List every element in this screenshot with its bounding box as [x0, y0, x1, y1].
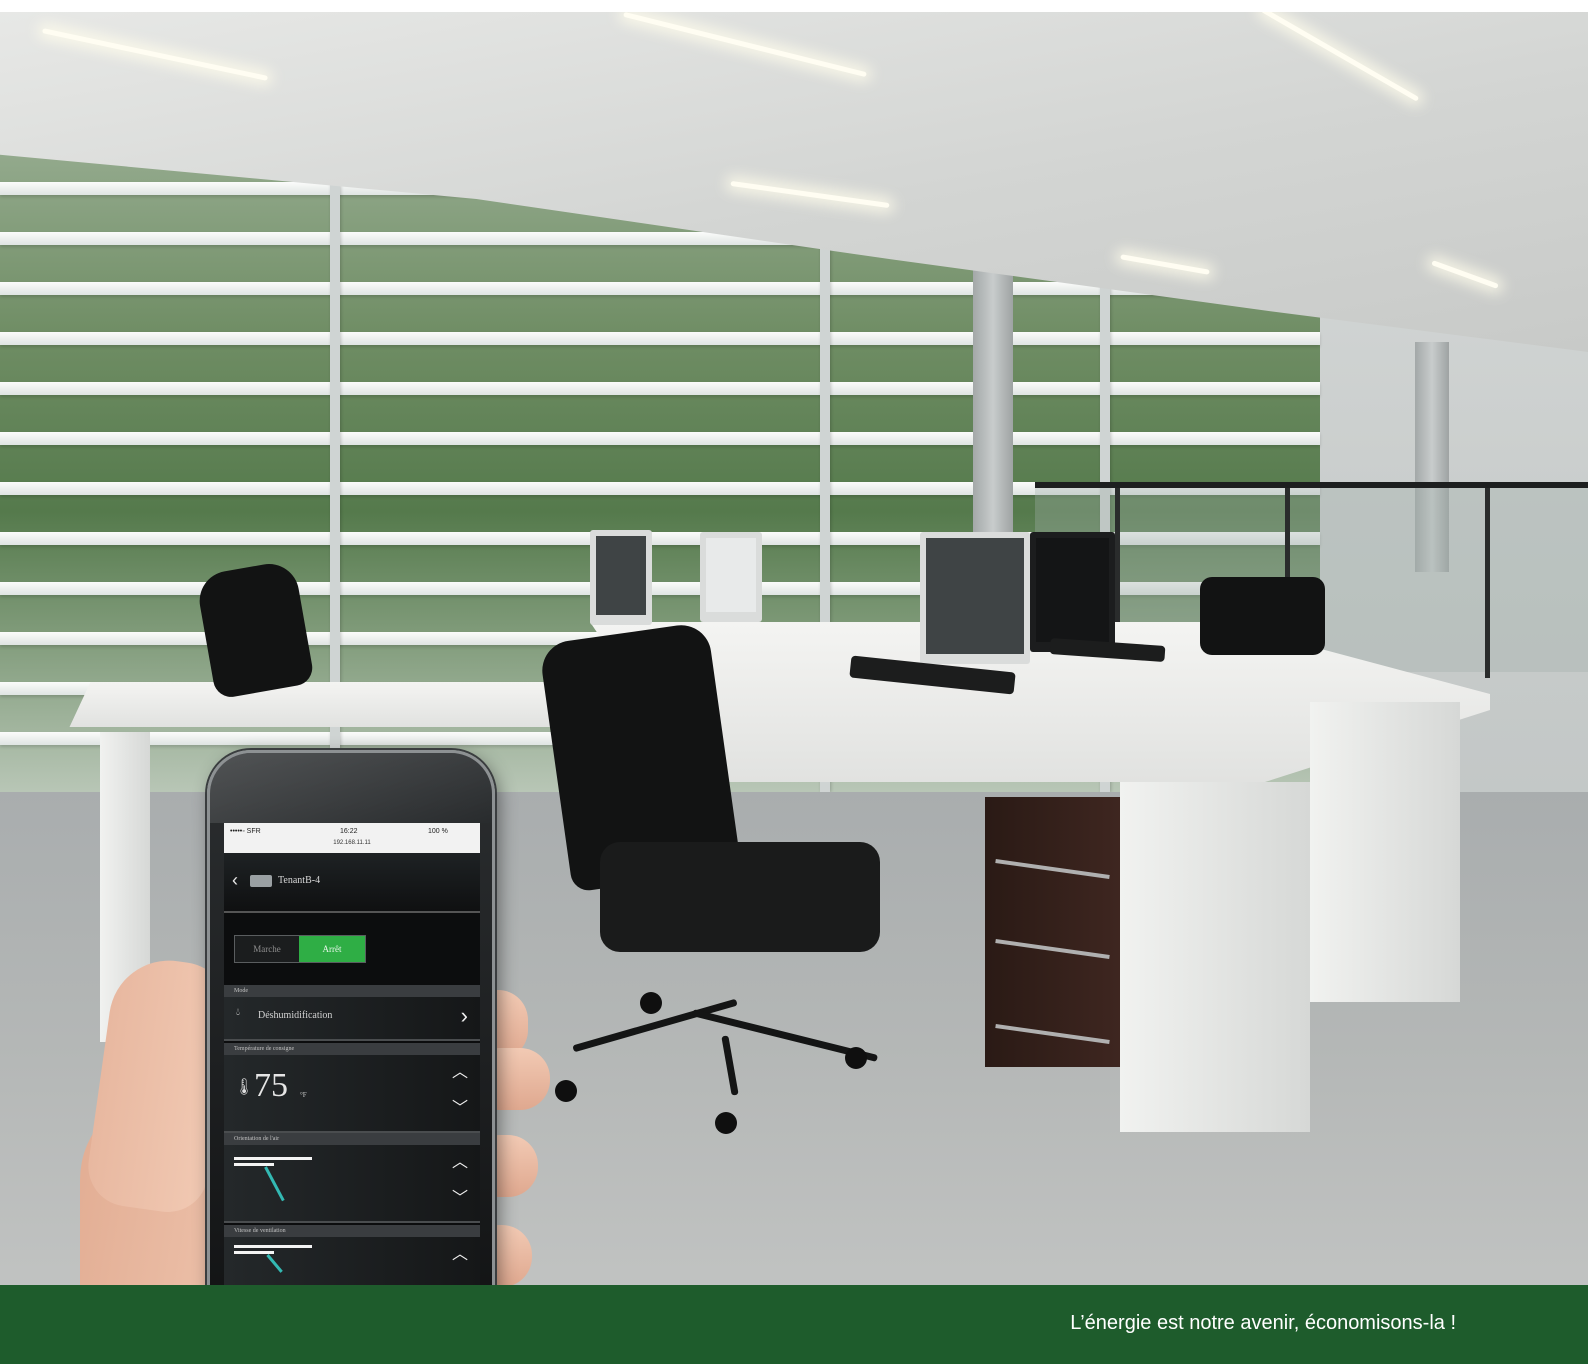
- monitor: [590, 530, 652, 625]
- footer-banner: L’énergie est notre avenir, économisons-…: [0, 1285, 1588, 1364]
- setpoint-row: 🌡︎ 75 °F ︿ ﹀: [224, 1055, 480, 1133]
- carrier-text: •••••◦ SFR: [230, 828, 261, 835]
- mode-row[interactable]: 💧︎ Déshumidification ›: [224, 997, 480, 1041]
- desk-side: [1120, 782, 1310, 1132]
- pillar: [973, 242, 1013, 562]
- setpoint-value: 75: [254, 1067, 288, 1104]
- mode-label: Mode: [224, 985, 480, 997]
- battery-text: 100 %: [428, 828, 448, 835]
- drop-icon: 💧︎: [236, 1007, 240, 1018]
- device-icon: [250, 875, 272, 887]
- monitor: [920, 532, 1030, 664]
- setpoint-unit: °F: [300, 1091, 307, 1099]
- toggle-off-option[interactable]: Arrêt: [299, 936, 365, 962]
- chevron-right-icon[interactable]: ›: [461, 1003, 468, 1029]
- smartphone: •••••◦ SFR 16:22 100 % 192.168.11.11 ‹ T…: [207, 750, 495, 1350]
- chevron-up-icon[interactable]: ︿: [452, 1155, 468, 1171]
- app-header: ‹ TenantB-4: [224, 853, 480, 913]
- fan-speed-label: Vitesse de ventilation: [224, 1225, 480, 1237]
- chevron-up-icon[interactable]: ︿: [452, 1247, 468, 1263]
- desk-side: [1310, 702, 1460, 1002]
- mode-value: Déshumidification: [258, 1010, 333, 1021]
- monitor: [700, 532, 762, 622]
- url-text: 192.168.11.11: [333, 840, 371, 846]
- airflow-needle: [264, 1166, 285, 1202]
- chevron-up-icon[interactable]: ︿: [452, 1065, 468, 1081]
- tagline: L’énergie est notre avenir, économisons-…: [1070, 1312, 1456, 1334]
- app-screen: •••••◦ SFR 16:22 100 % 192.168.11.11 ‹ T…: [224, 823, 480, 1293]
- back-chevron-icon[interactable]: ‹: [232, 871, 246, 889]
- chevron-down-icon[interactable]: ﹀: [452, 1101, 468, 1117]
- orientation-label: Orientation de l'air: [224, 1133, 480, 1145]
- chevron-down-icon[interactable]: ﹀: [452, 1191, 468, 1207]
- chair-seat: [600, 842, 880, 952]
- setpoint-label: Température de consigne: [224, 1043, 480, 1055]
- drawer-cabinet: [985, 797, 1120, 1067]
- toggle-on-option[interactable]: Marche: [235, 936, 299, 962]
- desk: [69, 682, 611, 727]
- clock-text: 16:22: [340, 828, 358, 835]
- thermometer-icon: 🌡︎: [234, 1079, 255, 1096]
- orientation-row: ︿ ﹀: [224, 1145, 480, 1223]
- chair: [1200, 577, 1325, 655]
- status-bar: •••••◦ SFR 16:22 100 % 192.168.11.11: [224, 823, 480, 853]
- device-title: TenantB-4: [278, 875, 321, 886]
- power-toggle[interactable]: Marche Arrêt: [234, 935, 366, 963]
- monitor: [1030, 532, 1115, 652]
- fan-needle: [266, 1254, 283, 1273]
